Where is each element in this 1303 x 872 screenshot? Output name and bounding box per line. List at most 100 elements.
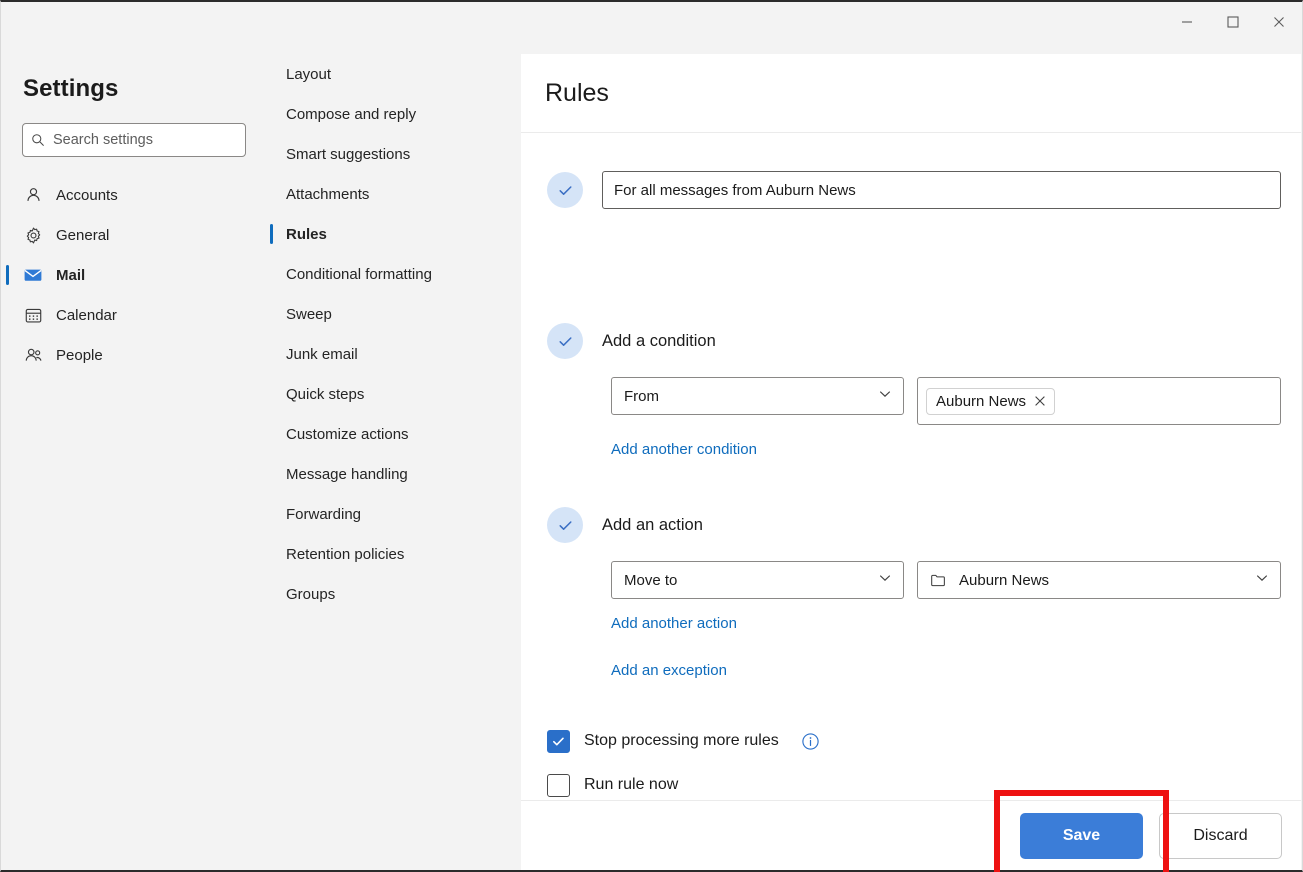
folder-icon (930, 572, 947, 589)
run-rule-now-checkbox[interactable] (547, 773, 570, 797)
nav-item-label: Conditional formatting (286, 265, 432, 283)
settings-sidebar: Settings Accounts (2, 54, 270, 870)
condition-value-field[interactable]: Auburn News (917, 377, 1281, 425)
action-folder-dropdown[interactable]: Auburn News (917, 561, 1281, 599)
nav-item-compose-and-reply[interactable]: Compose and reply (270, 94, 521, 134)
calendar-icon (23, 305, 43, 325)
rule-editor: Add a condition From Auburn News (521, 133, 1301, 802)
close-button[interactable] (1256, 2, 1302, 42)
nav-item-label: Message handling (286, 465, 408, 483)
search-input[interactable] (53, 132, 237, 148)
nav-item-retention-policies[interactable]: Retention policies (270, 534, 521, 574)
mail-settings-nav: Layout Compose and reply Smart suggestio… (270, 54, 521, 870)
window-title-bar (1, 2, 1302, 54)
rule-name-section (547, 171, 1281, 209)
rule-footer: Save Discard (521, 789, 1301, 872)
condition-token[interactable]: Auburn News (926, 387, 1056, 415)
check-circle-icon (547, 172, 583, 208)
condition-type-value: From (624, 387, 659, 405)
chevron-down-icon (1255, 571, 1269, 589)
condition-header: Add a condition (547, 323, 1281, 359)
stop-processing-option[interactable]: Stop processing more rules (547, 719, 820, 763)
action-header: Add an action (547, 507, 1281, 543)
rule-options: Stop processing more rules Run rule now (547, 719, 820, 802)
nav-item-label: Rules (286, 225, 327, 243)
checkmark-icon (558, 520, 572, 530)
sidebar-item-general[interactable]: General (2, 215, 270, 255)
maximize-icon (1227, 16, 1239, 28)
action-type-dropdown[interactable]: Move to (611, 561, 904, 599)
action-heading: Add an action (602, 515, 703, 534)
add-another-action-link[interactable]: Add another action (611, 615, 737, 632)
sidebar-item-label: Accounts (56, 186, 118, 204)
nav-item-quick-steps[interactable]: Quick steps (270, 374, 521, 414)
nav-item-label: Sweep (286, 305, 332, 323)
action-folder-value: Auburn News (959, 571, 1050, 589)
nav-item-sweep[interactable]: Sweep (270, 294, 521, 334)
nav-item-label: Groups (286, 585, 336, 603)
add-another-condition-link[interactable]: Add another condition (611, 441, 757, 458)
sidebar-item-accounts[interactable]: Accounts (2, 175, 270, 215)
run-rule-now-option[interactable]: Run rule now (547, 763, 820, 802)
condition-heading: Add a condition (602, 331, 716, 350)
people-icon (23, 345, 43, 365)
rule-name-input[interactable] (602, 171, 1281, 209)
nav-item-label: Smart suggestions (286, 145, 411, 163)
nav-item-smart-suggestions[interactable]: Smart suggestions (270, 134, 521, 174)
sidebar-nav-list: Accounts General Mail Calendar People (2, 175, 270, 375)
minimize-button[interactable] (1164, 2, 1210, 42)
maximize-button[interactable] (1210, 2, 1256, 42)
gear-icon (23, 225, 43, 245)
nav-item-customize-actions[interactable]: Customize actions (270, 414, 521, 454)
minimize-icon (1182, 21, 1192, 23)
person-icon (23, 185, 43, 205)
discard-button[interactable]: Discard (1159, 812, 1282, 859)
nav-item-attachments[interactable]: Attachments (270, 174, 521, 214)
nav-item-groups[interactable]: Groups (270, 574, 521, 614)
save-button[interactable]: Save (1020, 812, 1143, 859)
sidebar-item-calendar[interactable]: Calendar (2, 295, 270, 335)
nav-item-layout[interactable]: Layout (270, 54, 521, 94)
nav-item-message-handling[interactable]: Message handling (270, 454, 521, 494)
nav-item-label: Retention policies (286, 545, 405, 563)
nav-item-rules[interactable]: Rules (270, 214, 521, 254)
nav-item-label: Forwarding (286, 505, 362, 523)
sidebar-item-mail[interactable]: Mail (2, 255, 270, 295)
chevron-down-icon (878, 571, 892, 589)
checkmark-icon (553, 737, 564, 745)
settings-window: Settings Accounts (0, 0, 1303, 872)
add-an-exception-link[interactable]: Add an exception (611, 662, 727, 679)
nav-item-label: Compose and reply (286, 105, 417, 123)
checkmark-icon (558, 185, 572, 195)
nav-item-junk-email[interactable]: Junk email (270, 334, 521, 374)
mail-icon (23, 265, 43, 285)
stop-processing-label: Stop processing more rules (584, 732, 779, 749)
page-title: Settings (23, 75, 119, 102)
condition-section: Add a condition From Auburn News Add ano… (547, 323, 1281, 459)
condition-type-dropdown[interactable]: From (611, 377, 904, 415)
search-settings-box[interactable] (22, 123, 246, 157)
nav-item-forwarding[interactable]: Forwarding (270, 494, 521, 534)
check-circle-icon (547, 323, 583, 359)
close-icon (1274, 17, 1284, 27)
info-icon[interactable] (801, 732, 820, 751)
close-icon[interactable] (1034, 395, 1046, 407)
chevron-down-icon (878, 387, 892, 405)
rules-panel: Rules Ad (521, 54, 1301, 872)
run-rule-now-label: Run rule now (584, 776, 679, 793)
sidebar-item-label: People (56, 346, 103, 364)
stop-processing-checkbox[interactable] (547, 729, 570, 753)
search-icon (32, 134, 44, 146)
sidebar-item-label: General (56, 226, 110, 244)
nav-item-label: Customize actions (286, 425, 409, 443)
save-button-wrapper: Save (994, 789, 1169, 872)
nav-item-label: Junk email (286, 345, 358, 363)
action-type-value: Move to (624, 571, 678, 589)
condition-token-label: Auburn News (936, 392, 1027, 410)
check-circle-icon (547, 507, 583, 543)
action-section: Add an action Move to Auburn News Add an… (547, 507, 1281, 680)
sidebar-item-label: Mail (56, 266, 86, 284)
nav-item-conditional-formatting[interactable]: Conditional formatting (270, 254, 521, 294)
condition-fields: From Auburn News (611, 377, 1281, 425)
sidebar-item-people[interactable]: People (2, 335, 270, 375)
